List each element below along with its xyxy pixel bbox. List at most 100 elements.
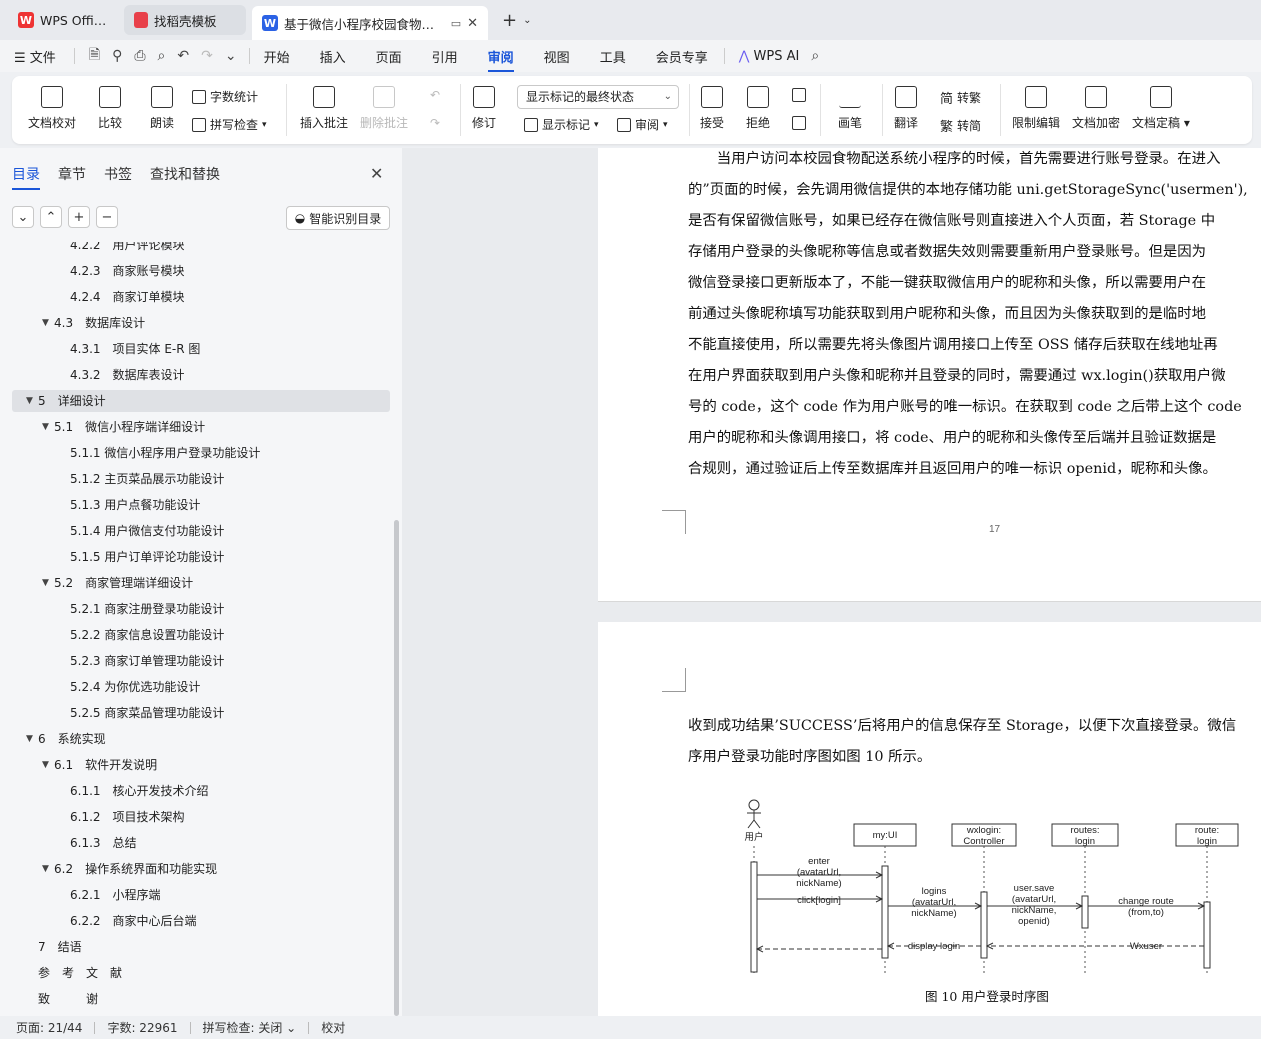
read-aloud-button[interactable]: 朗读	[150, 86, 174, 131]
toc-item[interactable]: 参 考 文 献	[12, 962, 390, 984]
file-menu[interactable]: ☰ 文件	[14, 47, 56, 66]
chevron-down-icon[interactable]: ⌄	[225, 48, 237, 64]
toc-item[interactable]: 5.2.4 为你优选功能设计	[12, 676, 390, 698]
show-markup-button[interactable]: 显示标记 ▾	[524, 116, 599, 133]
doc-check-button[interactable]: 文档校对	[28, 86, 76, 131]
tab-wps-office[interactable]: W WPS Office	[8, 5, 118, 35]
expand-triangle-icon[interactable]: ▼	[42, 858, 49, 880]
next-comment-icon[interactable]: ↷	[430, 116, 440, 130]
restrict-edit-button[interactable]: 限制编辑	[1012, 86, 1060, 131]
menu-member[interactable]: 会员专享	[656, 47, 708, 66]
toc-item[interactable]: 4.2.2 用户评论模块	[12, 242, 390, 256]
prev-change-icon[interactable]	[792, 88, 806, 102]
toc-item[interactable]: ▼ 6 系统实现	[12, 728, 390, 750]
toc-item[interactable]: 5.1.2 主页菜品展示功能设计	[12, 468, 390, 490]
redo-icon[interactable]: ↷	[201, 48, 213, 64]
expand-triangle-icon[interactable]: ▼	[42, 754, 49, 776]
toc-item[interactable]: 5.1.3 用户点餐功能设计	[12, 494, 390, 516]
to-traditional-button[interactable]: 简 转繁	[940, 88, 981, 107]
pen-button[interactable]: 画笔	[838, 86, 862, 131]
proofread-indicator[interactable]: 校对	[321, 1019, 345, 1036]
accept-button[interactable]: 接受	[700, 86, 724, 131]
close-icon[interactable]: ✕	[370, 164, 383, 183]
markup-state-select[interactable]: 显示标记的最终状态 ⌄	[517, 85, 679, 109]
chevron-down-icon[interactable]: ⌄	[12, 206, 34, 228]
tab-template[interactable]: 找稻壳模板	[124, 5, 246, 35]
toc-item[interactable]: 4.3.2 数据库表设计	[12, 364, 390, 386]
next-change-icon[interactable]	[792, 116, 806, 130]
doc-finalize-button[interactable]: 文档定稿 ▾	[1132, 86, 1190, 131]
menu-home[interactable]: 开始	[264, 47, 290, 66]
toc-item[interactable]: 5.1.4 用户微信支付功能设计	[12, 520, 390, 542]
reject-button[interactable]: 拒绝	[746, 86, 770, 131]
document-canvas[interactable]: 17 当用户访问本校园食物配送系统小程序的时候，首先需要进行账号登录。在进入 的”…	[402, 148, 1261, 1016]
link-icon[interactable]: ⚲	[112, 48, 122, 64]
spell-check-indicator[interactable]: 拼写检查: 关闭 ⌄	[203, 1019, 297, 1036]
word-count-indicator[interactable]: 字数: 22961	[107, 1019, 177, 1036]
toc-item[interactable]: ▼ 6.1 软件开发说明	[12, 754, 390, 776]
tab-chapters[interactable]: 章节	[58, 164, 86, 190]
expand-triangle-icon[interactable]: ▼	[26, 390, 33, 412]
toc-item[interactable]: 6.1.1 核心开发技术介绍	[12, 780, 390, 802]
minus-icon[interactable]: −	[96, 206, 118, 228]
expand-triangle-icon[interactable]: ▼	[42, 312, 49, 334]
toc-item[interactable]: 6.2.2 商家中心后台端	[12, 910, 390, 932]
tab-document[interactable]: W 基于微信小程序校园食物配送系统 ▭ ✕	[252, 6, 488, 40]
word-count-button[interactable]: 字数统计	[192, 88, 258, 105]
toc-item[interactable]: 4.2.3 商家账号模块	[12, 260, 390, 282]
undo-icon[interactable]: ↶	[177, 48, 189, 64]
toc-item[interactable]: 6.2.1 小程序端	[12, 884, 390, 906]
toc-item[interactable]: 5.2.1 商家注册登录功能设计	[12, 598, 390, 620]
menu-reference[interactable]: 引用	[432, 47, 458, 66]
expand-triangle-icon[interactable]: ▼	[26, 728, 33, 750]
tab-toc[interactable]: 目录	[12, 164, 40, 190]
prev-comment-icon[interactable]: ↶	[430, 88, 440, 102]
save-icon[interactable]: 🗎	[89, 44, 100, 68]
to-simplified-button[interactable]: 繁 转简	[940, 116, 981, 135]
toc-item[interactable]: ▼ 4.3 数据库设计	[12, 312, 390, 334]
toc-scrollbar[interactable]	[394, 520, 399, 1016]
doc-encrypt-button[interactable]: 文档加密	[1072, 86, 1120, 131]
document-page[interactable]: 用户 my:UI wxlogin: Controller routes: login rou…	[598, 622, 1261, 1016]
menu-tools[interactable]: 工具	[600, 47, 626, 66]
toc-item[interactable]: 6.1.2 项目技术架构	[12, 806, 390, 828]
menu-insert[interactable]: 插入	[320, 47, 346, 66]
search-icon[interactable]: ⌕	[811, 48, 819, 64]
document-page[interactable]: 17 当用户访问本校园食物配送系统小程序的时候，首先需要进行账号登录。在进入 的”…	[598, 148, 1261, 602]
chevron-up-icon[interactable]: ⌃	[40, 206, 62, 228]
track-changes-button[interactable]: 修订	[472, 86, 496, 131]
smart-toc-button[interactable]: ◒ 智能识别目录	[286, 206, 390, 230]
plus-icon[interactable]: +	[68, 206, 90, 228]
delete-comment-button[interactable]: 删除批注	[360, 86, 408, 131]
toc-item[interactable]: 5.2.2 商家信息设置功能设计	[12, 624, 390, 646]
toc-item[interactable]: 5.1.5 用户订单评论功能设计	[12, 546, 390, 568]
wps-ai-button[interactable]: ⋀ WPS AI	[739, 49, 800, 64]
expand-triangle-icon[interactable]: ▼	[42, 572, 49, 594]
tab-find-replace[interactable]: 查找和替换	[150, 164, 220, 190]
toc-item[interactable]: ▼ 5 详细设计	[12, 390, 390, 412]
toc-item[interactable]: 5.1.1 微信小程序用户登录功能设计	[12, 442, 390, 464]
review-pane-button[interactable]: 审阅 ▾	[617, 116, 668, 133]
spell-check-button[interactable]: 拼写检查 ▾	[192, 116, 267, 133]
print-preview-icon[interactable]: ⌕	[158, 48, 166, 64]
page-indicator[interactable]: 页面: 21/44	[16, 1019, 82, 1036]
toc-item[interactable]: 7 结语	[12, 936, 390, 958]
toc-item[interactable]: 5.2.3 商家订单管理功能设计	[12, 650, 390, 672]
monitor-icon[interactable]: ▭	[451, 17, 461, 30]
toc-item[interactable]: ▼ 6.2 操作系统界面和功能实现	[12, 858, 390, 880]
close-icon[interactable]: ✕	[467, 16, 478, 31]
new-tab-icon[interactable]: +	[502, 10, 517, 31]
chevron-down-icon[interactable]: ⌄	[523, 15, 531, 26]
toc-item[interactable]: ▼ 5.1 微信小程序端详细设计	[12, 416, 390, 438]
tab-bookmarks[interactable]: 书签	[104, 164, 132, 190]
menu-review[interactable]: 审阅	[487, 47, 514, 72]
menu-page[interactable]: 页面	[376, 47, 402, 66]
toc-item[interactable]: 4.2.4 商家订单模块	[12, 286, 390, 308]
expand-triangle-icon[interactable]: ▼	[42, 416, 49, 438]
toc-item[interactable]: 6.1.3 总结	[12, 832, 390, 854]
compare-button[interactable]: 比较	[98, 86, 122, 131]
print-icon[interactable]: ⎙	[134, 48, 145, 64]
menu-view[interactable]: 视图	[544, 47, 570, 66]
toc-item[interactable]: ▼ 5.2 商家管理端详细设计	[12, 572, 390, 594]
toc-item[interactable]: 4.3.1 项目实体 E-R 图	[12, 338, 390, 360]
